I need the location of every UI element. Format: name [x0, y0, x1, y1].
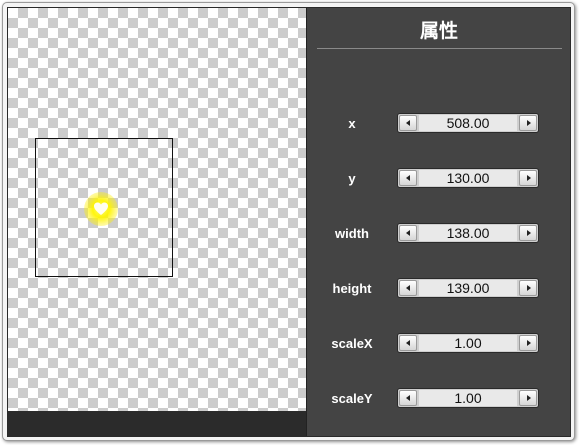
scaley-increment-button[interactable] [519, 390, 537, 406]
triangle-left-icon [406, 340, 410, 346]
scaley-value[interactable]: 1.00 [419, 390, 517, 406]
scalex-stepper[interactable]: 1.00 [397, 333, 539, 353]
scaley-decrement-button[interactable] [399, 390, 417, 406]
editor-body: 属性 x 508.00 y 130.00 width 138.00 height… [7, 7, 571, 437]
glowing-heart-icon [94, 202, 108, 215]
height-decrement-button[interactable] [399, 280, 417, 296]
triangle-right-icon [527, 340, 531, 346]
triangle-left-icon [406, 285, 410, 291]
property-row-scaley: scaleY 1.00 [307, 388, 570, 410]
y-decrement-button[interactable] [399, 170, 417, 186]
x-stepper[interactable]: 508.00 [397, 113, 539, 133]
width-decrement-button[interactable] [399, 225, 417, 241]
property-row-x: x 508.00 [307, 113, 570, 135]
y-increment-button[interactable] [519, 170, 537, 186]
height-stepper[interactable]: 139.00 [397, 278, 539, 298]
canvas-area[interactable] [8, 8, 306, 411]
scalex-decrement-button[interactable] [399, 335, 417, 351]
property-label-scaley: scaleY [331, 391, 373, 406]
property-label-x: x [348, 116, 356, 131]
property-label-height: height [332, 281, 372, 296]
x-decrement-button[interactable] [399, 115, 417, 131]
property-label-y: y [348, 171, 356, 186]
property-label-width: width [335, 226, 369, 241]
scalex-value[interactable]: 1.00 [419, 335, 517, 351]
properties-panel: 属性 x 508.00 y 130.00 width 138.00 height… [306, 8, 570, 436]
editor-window: 属性 x 508.00 y 130.00 width 138.00 height… [2, 2, 575, 441]
triangle-left-icon [406, 395, 410, 401]
y-value[interactable]: 130.00 [419, 170, 517, 186]
canvas-status-bar [8, 411, 306, 436]
property-row-y: y 130.00 [307, 168, 570, 190]
property-label-scalex: scaleX [331, 336, 373, 351]
triangle-left-icon [406, 175, 410, 181]
triangle-left-icon [406, 230, 410, 236]
triangle-right-icon [527, 285, 531, 291]
scalex-increment-button[interactable] [519, 335, 537, 351]
triangle-left-icon [406, 120, 410, 126]
y-stepper[interactable]: 130.00 [397, 168, 539, 188]
height-value[interactable]: 139.00 [419, 280, 517, 296]
height-increment-button[interactable] [519, 280, 537, 296]
property-row-height: height 139.00 [307, 278, 570, 300]
width-increment-button[interactable] [519, 225, 537, 241]
panel-title: 属性 [419, 20, 458, 42]
property-row-width: width 138.00 [307, 223, 570, 245]
triangle-right-icon [527, 175, 531, 181]
triangle-right-icon [527, 120, 531, 126]
width-stepper[interactable]: 138.00 [397, 223, 539, 243]
triangle-right-icon [527, 230, 531, 236]
scaley-stepper[interactable]: 1.00 [397, 388, 539, 408]
width-value[interactable]: 138.00 [419, 225, 517, 241]
panel-divider [317, 48, 562, 49]
x-value[interactable]: 508.00 [419, 115, 517, 131]
property-row-scalex: scaleX 1.00 [307, 333, 570, 355]
x-increment-button[interactable] [519, 115, 537, 131]
triangle-right-icon [527, 395, 531, 401]
